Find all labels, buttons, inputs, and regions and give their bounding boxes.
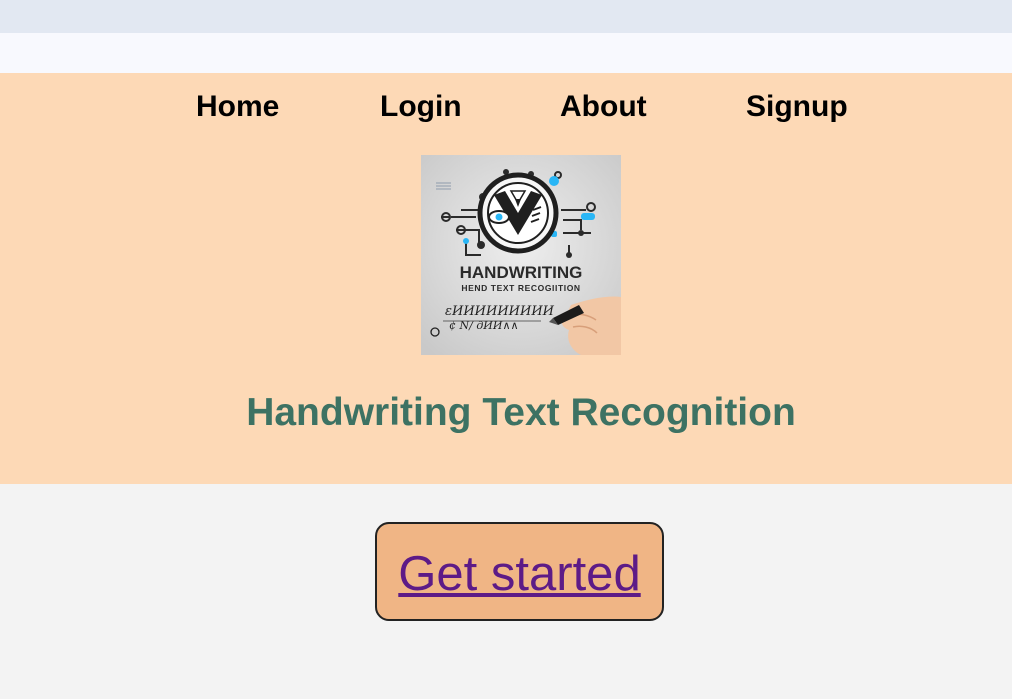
nav-signup-link[interactable]: Signup <box>746 90 848 124</box>
hero-section: Home Login About Signup HANDWRITING HEND… <box>0 73 1012 484</box>
nav-about-link[interactable]: About <box>560 90 647 124</box>
browser-topbar <box>0 0 1012 33</box>
browser-subbar <box>0 33 1012 73</box>
logo-subtitle-text: HEND TEXT RECOGIITION <box>461 283 580 293</box>
logo-graphic: HANDWRITING HEND TEXT RECOGIITION εИИИИИ… <box>421 155 621 355</box>
logo-scribble-line-1: εИИИИИИИИИ <box>445 304 555 319</box>
get-started-button[interactable]: Get started <box>375 522 664 621</box>
cta-container: Get started <box>375 522 664 621</box>
main-nav: Home Login About Signup <box>0 73 1012 141</box>
page-title: Handwriting Text Recognition <box>246 391 796 434</box>
nav-login-link[interactable]: Login <box>380 90 462 124</box>
app-logo: HANDWRITING HEND TEXT RECOGIITION εИИИИИ… <box>421 155 621 355</box>
logo-title-text: HANDWRITING <box>460 263 583 282</box>
nav-home-link[interactable]: Home <box>196 90 279 124</box>
